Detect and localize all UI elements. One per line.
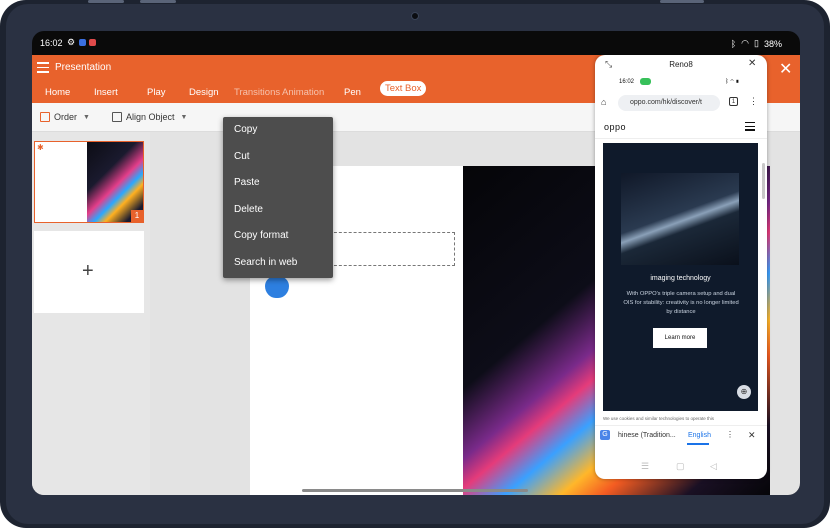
context-menu: Copy Cut Paste Delete Copy format Search… [223, 117, 333, 278]
tab-text-box[interactable]: Text Box [380, 81, 427, 96]
battery-level: 38% [763, 38, 782, 49]
tab-pen[interactable]: Pen [344, 87, 361, 98]
tab-animation[interactable]: Animation [282, 87, 324, 98]
caret-down-icon: ▼ [83, 113, 90, 121]
mini-nav-bar: ☰ ▢ ◁ [595, 455, 767, 479]
learn-more-button[interactable]: Learn more [653, 328, 707, 348]
call-indicator-icon [640, 78, 651, 85]
align-label: Align Object [126, 112, 175, 122]
star-icon: ✱ [37, 143, 44, 152]
text-box[interactable] [329, 232, 455, 266]
home-indicator[interactable] [302, 489, 528, 492]
menu-item-copy-format[interactable]: Copy format [223, 223, 333, 250]
scrollbar[interactable] [762, 163, 765, 199]
more-icon[interactable]: ⋮ [726, 430, 734, 439]
gear-icon: ⚙ [67, 37, 76, 47]
camera-image [621, 173, 739, 265]
menu-item-search-in-web[interactable]: Search in web [223, 250, 333, 277]
content-description: With OPPO's triple camera setup and dual… [623, 291, 739, 315]
close-icon[interactable]: ✕ [748, 430, 756, 441]
menu-item-cut[interactable]: Cut [223, 144, 333, 171]
site-header: oppo [595, 117, 767, 139]
selected-language-indicator [687, 443, 709, 445]
floating-window: ⤡ Reno8 ✕ 16:02 ᛒ ◠ ▮ ⌂ oppo.com/hk/disc… [595, 55, 767, 479]
floating-window-header: ⤡ Reno8 ✕ [595, 55, 767, 73]
silent-icon: ▯ [754, 38, 759, 48]
tab-transitions[interactable]: Transitions [234, 87, 280, 98]
screen: 16:02 ⚙ ᛒ ◠ ▯ 38% Presentation ✕ Home In… [32, 31, 800, 495]
site-logo[interactable]: oppo [604, 122, 626, 132]
order-icon [40, 112, 50, 122]
source-language[interactable]: hinese (Tradition... [618, 432, 676, 439]
cookie-hint: We use cookies and similar technologies … [603, 416, 714, 421]
target-language[interactable]: English [688, 432, 711, 439]
tab-design[interactable]: Design [189, 87, 219, 98]
volume-button [140, 0, 176, 3]
cursor-handle[interactable] [265, 276, 289, 298]
url-text: oppo.com/hk/discover/t [630, 99, 702, 106]
floating-window-title: Reno8 [669, 60, 693, 69]
tab-count[interactable]: 1 [729, 97, 738, 106]
close-icon[interactable]: ✕ [748, 58, 756, 69]
bluetooth-icon: ᛒ [730, 38, 737, 49]
slide-thumbnail[interactable]: ✱ 1 [34, 141, 144, 223]
app-notification-icon [89, 39, 96, 46]
wifi-icon: ◠ [741, 38, 750, 48]
status-right: ᛒ ◠ ▯ 38% [731, 38, 782, 49]
home-button-icon[interactable]: ▢ [676, 461, 685, 472]
caret-down-icon: ▼ [180, 113, 188, 121]
mini-status-bar: 16:02 ᛒ ◠ ▮ [595, 75, 767, 91]
more-icon[interactable]: ⋮ [749, 96, 758, 107]
assistant-icon[interactable]: ⊕ [737, 385, 751, 399]
slide-thumbnails: ✱ 1 + [32, 132, 150, 495]
order-label: Order [54, 112, 78, 122]
hamburger-icon[interactable] [745, 122, 755, 131]
translate-bar: G hinese (Tradition... English ⋮ ✕ [595, 425, 767, 445]
power-button [660, 0, 704, 3]
home-icon[interactable]: ⌂ [601, 97, 606, 107]
app-title: Presentation [55, 62, 112, 73]
menu-item-copy[interactable]: Copy [223, 117, 333, 144]
mini-status-icons: ᛒ ◠ ▮ [725, 79, 740, 85]
url-field[interactable]: oppo.com/hk/discover/t [618, 95, 720, 111]
slide-number: 1 [131, 210, 143, 222]
tab-insert[interactable]: Insert [94, 87, 118, 98]
recents-icon[interactable]: ☰ [641, 461, 649, 472]
translate-icon: G [600, 430, 610, 440]
status-bar: 16:02 ⚙ ᛒ ◠ ▯ 38% [32, 31, 800, 55]
menu-icon[interactable] [37, 62, 49, 73]
order-button[interactable]: Order ▼ [40, 112, 90, 122]
menu-item-paste[interactable]: Paste [223, 170, 333, 197]
align-object-button[interactable]: Align Object ▼ [112, 112, 187, 122]
back-icon[interactable]: ◁ [710, 461, 717, 472]
content-heading: imaging technology [650, 275, 711, 282]
close-icon[interactable]: ✕ [779, 59, 792, 79]
app-notification-icon [79, 39, 86, 46]
add-slide-button[interactable]: + [34, 231, 144, 313]
volume-button [88, 0, 124, 3]
tab-play[interactable]: Play [147, 87, 165, 98]
front-camera [411, 12, 419, 20]
tab-home[interactable]: Home [45, 87, 70, 98]
browser-address-bar: ⌂ oppo.com/hk/discover/t 1 ⋮ [595, 95, 767, 113]
align-icon [112, 112, 122, 122]
plus-icon: + [82, 260, 94, 282]
web-content: imaging technology With OPPO's triple ca… [603, 143, 758, 411]
menu-item-delete[interactable]: Delete [223, 197, 333, 224]
mini-status-time: 16:02 [619, 79, 635, 85]
status-time: 16:02 [40, 38, 63, 48]
